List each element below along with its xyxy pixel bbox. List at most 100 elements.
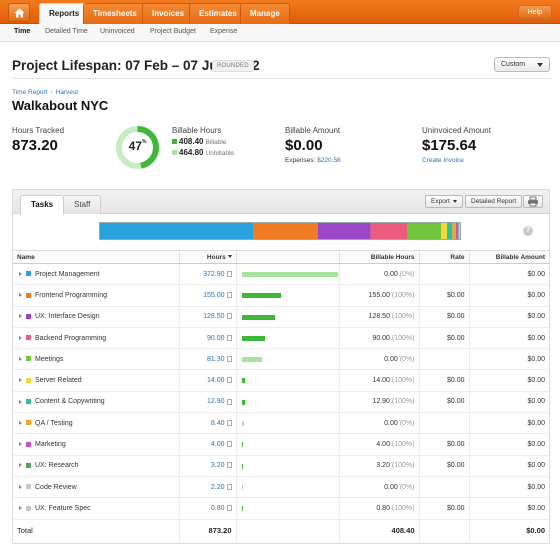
tab-reports[interactable]: Reports [39, 3, 90, 24]
task-name-cell[interactable]: UX: Interface Design [13, 306, 179, 328]
column-header-name[interactable]: Name [13, 250, 179, 264]
detailed-report-button[interactable]: Detailed Report [465, 195, 523, 208]
breadcrumb-harvest[interactable]: Harvest [56, 89, 78, 96]
task-hours[interactable]: 90.00 [178, 327, 236, 350]
print-button[interactable] [523, 195, 543, 208]
billable-swatch [172, 139, 177, 145]
total-bar-cell [235, 518, 339, 542]
distribution-segment [370, 223, 408, 239]
tab-invoices[interactable]: Invoices [142, 3, 195, 24]
table-row[interactable]: Project Management 372.90 0.00 (0%) $0.00 [13, 263, 549, 286]
task-hours[interactable]: 4.00 [178, 433, 236, 456]
task-name: Backend Programming [35, 334, 107, 342]
table-row[interactable]: QA / Testing 8.40 0.00 (0%) $0.00 [13, 412, 549, 435]
expand-arrow-icon[interactable] [19, 271, 22, 276]
subnav-uninvoiced[interactable]: Uninvoiced [100, 28, 135, 35]
table-row[interactable]: Marketing 4.00 4.00 (100%) $0.00 $0.00 [13, 433, 549, 456]
task-hours[interactable]: 372.90 [178, 263, 236, 286]
column-header-hours[interactable]: Hours [178, 250, 236, 264]
report-panel: Tasks Staff Export Detailed Report ? Nam… [12, 189, 550, 544]
task-name-cell[interactable]: Meetings [13, 348, 179, 371]
table-row[interactable]: Code Review 2.20 0.00 (0%) $0.00 [13, 476, 549, 499]
task-rate [418, 348, 469, 371]
task-billable-percent: (0%) [399, 419, 415, 427]
expand-arrow-icon[interactable] [19, 314, 22, 319]
expand-arrow-icon[interactable] [19, 378, 22, 383]
task-hours-value: 372.90 [203, 270, 225, 278]
home-button[interactable] [8, 3, 30, 22]
expand-arrow-icon[interactable] [19, 463, 22, 468]
tab-estimates[interactable]: Estimates [189, 3, 247, 24]
task-name: UX: Feature Spec [35, 504, 91, 512]
task-billable-amount: $0.00 [468, 348, 549, 371]
task-hours[interactable]: 155.00 [178, 284, 236, 307]
task-name-cell[interactable]: Marketing [13, 433, 179, 456]
task-name-cell[interactable]: Server Related [13, 369, 179, 392]
task-name-cell[interactable]: Backend Programming [13, 327, 179, 350]
task-hours-bar-cell [235, 476, 339, 499]
task-billable-percent: (100%) [391, 291, 415, 299]
tab-manage[interactable]: Manage [240, 3, 290, 24]
breadcrumb-time-report[interactable]: Time Report [12, 89, 48, 96]
task-hours[interactable]: 81.30 [178, 348, 236, 371]
task-billable-percent: (100%) [391, 377, 415, 385]
header-divider [12, 78, 550, 79]
table-row[interactable]: Server Related 14.00 14.00 (100%) $0.00 $0.0… [13, 369, 549, 392]
task-hours[interactable]: 2.20 [178, 476, 236, 499]
billable-percent-value: 47 [128, 139, 142, 153]
table-row[interactable]: Backend Programming 90.00 90.00 (100%) $0.0… [13, 327, 549, 350]
task-hours[interactable]: 8.40 [178, 412, 236, 435]
expand-arrow-icon[interactable] [19, 442, 22, 447]
help-button[interactable]: Help [517, 5, 552, 19]
task-color-swatch [26, 462, 31, 468]
create-invoice-link[interactable]: Create Invoice [422, 157, 464, 164]
task-name-cell[interactable]: Code Review [13, 476, 179, 499]
expand-arrow-icon[interactable] [19, 399, 22, 404]
expenses-link[interactable]: $220.58 [317, 157, 341, 164]
task-hours-bar-cell [235, 306, 339, 328]
subnav-detailed-time[interactable]: Detailed Time [45, 28, 88, 35]
tab-staff[interactable]: Staff [63, 195, 102, 214]
table-row[interactable]: UX: Feature Spec 0.80 0.80 (100%) $0.00 $0.0… [13, 497, 549, 520]
task-hours[interactable]: 0.80 [178, 497, 236, 520]
expand-arrow-icon[interactable] [19, 506, 22, 511]
task-name-cell[interactable]: Project Management [13, 263, 179, 286]
expand-arrow-icon[interactable] [19, 420, 22, 425]
tab-tasks[interactable]: Tasks [20, 195, 65, 215]
task-hours[interactable]: 12.90 [178, 391, 236, 414]
task-name-cell[interactable]: QA / Testing [13, 412, 179, 435]
task-name-cell[interactable]: Content & Copywriting [13, 391, 179, 414]
column-header-rate[interactable]: Rate [418, 250, 469, 264]
help-icon[interactable]: ? [523, 226, 533, 236]
table-row[interactable]: Frontend Programming 155.00 155.00 (100%) $… [13, 284, 549, 307]
expand-arrow-icon[interactable] [19, 356, 22, 361]
task-name-cell[interactable]: Frontend Programming [13, 284, 179, 307]
expand-arrow-icon[interactable] [19, 335, 22, 340]
task-hours[interactable]: 3.20 [178, 455, 236, 477]
export-button[interactable]: Export [425, 195, 463, 208]
total-hours: 873.20 [178, 518, 236, 542]
subnav-time[interactable]: Time [14, 28, 30, 35]
task-name-cell[interactable]: UX: Research [13, 455, 179, 477]
date-range-select[interactable]: Custom [494, 57, 550, 72]
column-header-billable-amount[interactable]: Billable Amount [468, 250, 549, 264]
column-header-billable-hours[interactable]: Billable Hours [338, 250, 419, 264]
total-rate-cell [418, 518, 469, 542]
task-billable-amount: $0.00 [468, 284, 549, 307]
table-row[interactable]: UX: Interface Design 128.50 128.50 (100%) $… [13, 306, 549, 328]
task-hours[interactable]: 128.50 [178, 306, 236, 328]
table-row[interactable]: Meetings 81.30 0.00 (0%) $0.00 [13, 348, 549, 371]
table-row[interactable]: Content & Copywriting 12.90 12.90 (100%) $0… [13, 391, 549, 414]
subnav-project-budget[interactable]: Project Budget [150, 28, 196, 35]
table-row[interactable]: UX: Research 3.20 3.20 (100%) $0.00 $0.00 [13, 455, 549, 477]
rounded-badge: ROUNDED [212, 60, 254, 72]
expand-arrow-icon[interactable] [19, 293, 22, 298]
task-hours-value: 81.30 [206, 355, 225, 363]
expand-arrow-icon[interactable] [19, 484, 22, 489]
tab-timesheets[interactable]: Timesheets [83, 3, 147, 24]
chevron-down-icon [537, 63, 543, 67]
task-billable-percent: (100%) [391, 462, 415, 470]
task-name-cell[interactable]: UX: Feature Spec [13, 497, 179, 520]
task-hours[interactable]: 14.00 [178, 369, 236, 392]
subnav-expense[interactable]: Expense [210, 28, 237, 35]
